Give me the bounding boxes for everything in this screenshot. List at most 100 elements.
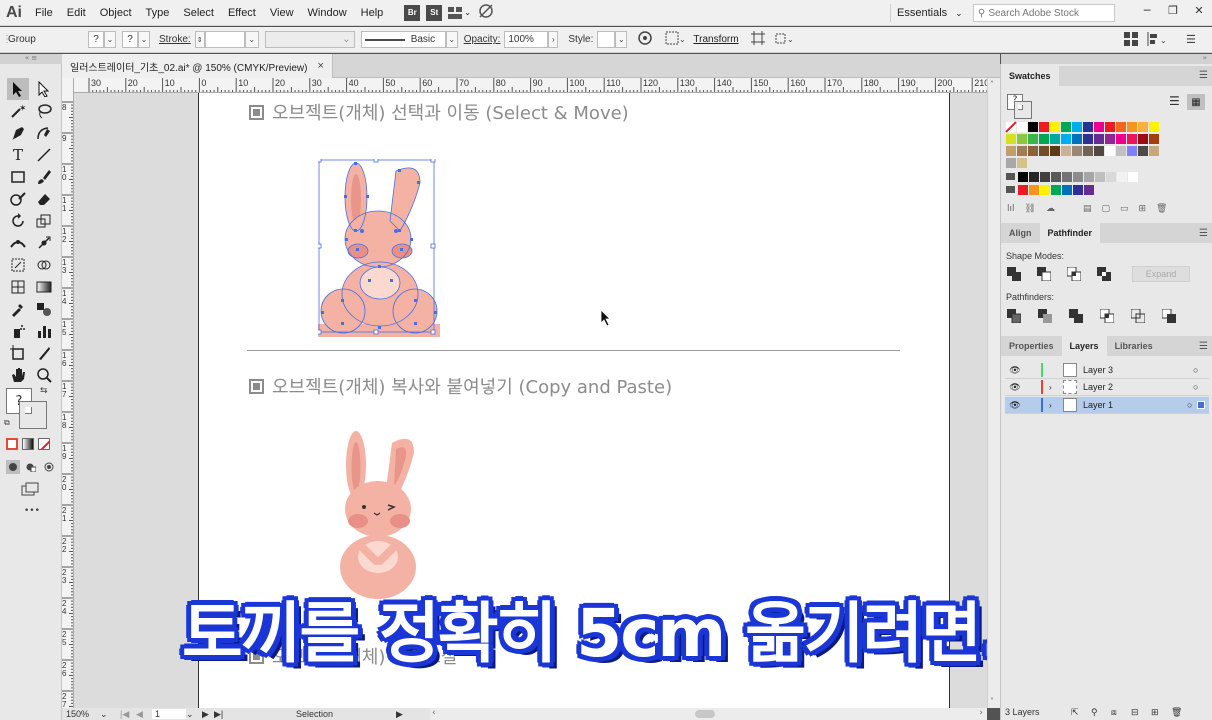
- color-swatch[interactable]: [1039, 146, 1049, 156]
- swatches-menu-icon[interactable]: ☰: [1199, 70, 1208, 81]
- paintbrush-tool-icon[interactable]: [33, 166, 55, 188]
- new-swatch-icon[interactable]: ⊞: [1139, 204, 1147, 214]
- align-panel-icon[interactable]: ⌄: [1147, 32, 1169, 49]
- hand-tool-icon[interactable]: [7, 364, 29, 386]
- close-icon[interactable]: ✕: [1186, 0, 1212, 20]
- list-view-icon[interactable]: ☰: [1169, 94, 1180, 108]
- intersect-icon[interactable]: [1067, 267, 1081, 281]
- column-graph-tool-icon[interactable]: [33, 320, 55, 342]
- stock-button[interactable]: St: [426, 4, 443, 21]
- color-swatch[interactable]: [1050, 146, 1060, 156]
- scale-tool-icon[interactable]: [33, 210, 55, 232]
- color-swatch[interactable]: [1005, 121, 1017, 133]
- zoom-tool-icon[interactable]: [33, 364, 55, 386]
- color-swatch[interactable]: [1083, 122, 1093, 132]
- prev-artboard-icon[interactable]: ◀: [136, 709, 148, 720]
- color-swatch[interactable]: [1128, 172, 1138, 182]
- layer-name[interactable]: Layer 3: [1083, 365, 1193, 375]
- color-swatch[interactable]: [1138, 146, 1148, 156]
- target-circle-icon[interactable]: ○: [1193, 365, 1209, 375]
- last-artboard-icon[interactable]: ▶|: [214, 709, 226, 720]
- menu-select[interactable]: Select: [176, 7, 221, 19]
- color-swatch[interactable]: [1094, 134, 1104, 144]
- draw-inside-icon[interactable]: [42, 460, 56, 474]
- slice-tool-icon[interactable]: [33, 342, 55, 364]
- color-swatch[interactable]: [1127, 134, 1137, 144]
- tab-pathfinder[interactable]: Pathfinder: [1039, 223, 1101, 243]
- merge-icon[interactable]: [1069, 309, 1083, 323]
- stock-search[interactable]: ⚲: [973, 4, 1115, 22]
- color-swatch[interactable]: [1116, 146, 1126, 156]
- menu-effect[interactable]: Effect: [221, 7, 263, 19]
- divide-icon[interactable]: [1007, 309, 1021, 323]
- trim-icon[interactable]: [1038, 309, 1052, 323]
- color-swatch[interactable]: [1149, 146, 1159, 156]
- collect-export-icon[interactable]: ⇱: [1071, 707, 1091, 718]
- stroke-weight-input[interactable]: [204, 31, 245, 48]
- horizontal-scrollbar[interactable]: ‹ ›: [430, 708, 987, 720]
- color-swatch[interactable]: [1094, 122, 1104, 132]
- scroll-right-icon[interactable]: ›: [979, 708, 983, 718]
- color-swatch[interactable]: [1127, 122, 1137, 132]
- color-swatch[interactable]: [1072, 146, 1082, 156]
- pen-tool-icon[interactable]: [7, 122, 29, 144]
- tab-swatches[interactable]: Swatches: [1001, 66, 1059, 86]
- color-swatch[interactable]: [1006, 158, 1016, 168]
- blend-tool-icon[interactable]: [33, 298, 55, 320]
- minus-front-icon[interactable]: [1037, 267, 1051, 281]
- shaper-tool-icon[interactable]: [7, 188, 29, 210]
- color-swatch[interactable]: [1149, 122, 1159, 132]
- color-swatch[interactable]: [1072, 122, 1082, 132]
- color-swatch[interactable]: [1017, 134, 1027, 144]
- expand-button[interactable]: Expand: [1132, 266, 1190, 282]
- pathfinder-menu-icon[interactable]: ☰: [1199, 228, 1208, 239]
- color-swatch[interactable]: [1116, 122, 1126, 132]
- exclude-icon[interactable]: [1097, 267, 1111, 281]
- workspace-switcher[interactable]: Essentials ⌄: [890, 4, 969, 22]
- color-swatch[interactable]: [1029, 185, 1039, 195]
- menu-help[interactable]: Help: [354, 7, 391, 19]
- magic-wand-tool-icon[interactable]: ✶: [7, 100, 29, 122]
- color-swatch[interactable]: [1117, 172, 1127, 182]
- zoom-dropdown-icon[interactable]: ⌄: [100, 709, 114, 720]
- shape-builder-tool-icon[interactable]: [33, 254, 55, 276]
- layer-row-2[interactable]: 👁 › Layer 2 ○: [1005, 379, 1209, 396]
- color-swatch[interactable]: [1062, 185, 1072, 195]
- scroll-up-icon[interactable]: ˄: [990, 80, 994, 89]
- color-swatch[interactable]: [1029, 172, 1039, 182]
- vertical-scrollbar[interactable]: ˄ ˅: [987, 78, 1000, 708]
- color-swatch[interactable]: [1061, 146, 1071, 156]
- more-tools-icon[interactable]: •••: [24, 506, 40, 516]
- tab-align[interactable]: Align: [1001, 223, 1040, 243]
- swatch-fill-stroke[interactable]: ?: [1007, 94, 1033, 119]
- fill-swatch[interactable]: ?: [88, 31, 104, 48]
- recolor-artwork-icon[interactable]: [637, 30, 653, 49]
- screen-mode-icon[interactable]: [20, 482, 40, 499]
- color-group-folder-icon[interactable]: [1006, 173, 1015, 180]
- color-swatch[interactable]: [1061, 134, 1071, 144]
- next-artboard-icon[interactable]: ▶: [202, 709, 214, 720]
- tab-document[interactable]: 일러스트레이터_기초_02.ai* @ 150% (CMYK/Preview) …: [62, 54, 333, 78]
- status-arrow-icon[interactable]: ▶: [396, 709, 403, 720]
- lasso-tool-icon[interactable]: [33, 100, 55, 122]
- layer-name[interactable]: Layer 2: [1083, 382, 1193, 392]
- vertical-ruler[interactable]: 8 9 1 0 1 1 1 2 1 3 1 4 1 5 1 6 1 7 1 8 1 9 2 0 2 1 2 …: [62, 78, 74, 708]
- make-clipping-mask-icon[interactable]: ⧈: [1111, 707, 1131, 718]
- curvature-tool-icon[interactable]: [33, 122, 55, 144]
- puppet-warp-tool-icon[interactable]: [33, 232, 55, 254]
- color-swatch[interactable]: [1040, 172, 1050, 182]
- grid-view-icon[interactable]: ▦: [1187, 94, 1205, 110]
- color-swatch[interactable]: [1106, 172, 1116, 182]
- color-swatch[interactable]: [1006, 134, 1016, 144]
- color-swatch[interactable]: [1051, 172, 1061, 182]
- transform-link[interactable]: Transform: [693, 34, 738, 45]
- crop-icon[interactable]: [1100, 309, 1114, 323]
- color-swatch[interactable]: [1084, 185, 1094, 195]
- color-swatch[interactable]: [1040, 185, 1050, 195]
- horizontal-ruler[interactable]: 30 20 10 0 10 20 30 40 50 60 70 80 90 100 110 120 130 140…: [74, 78, 987, 93]
- new-sublayer-icon[interactable]: ⊟: [1131, 707, 1151, 718]
- color-swatch[interactable]: [1083, 146, 1093, 156]
- color-swatch[interactable]: [1073, 172, 1083, 182]
- fill-dropdown[interactable]: ⌄: [104, 31, 116, 48]
- swap-fill-stroke-icon[interactable]: ⇆: [40, 386, 48, 396]
